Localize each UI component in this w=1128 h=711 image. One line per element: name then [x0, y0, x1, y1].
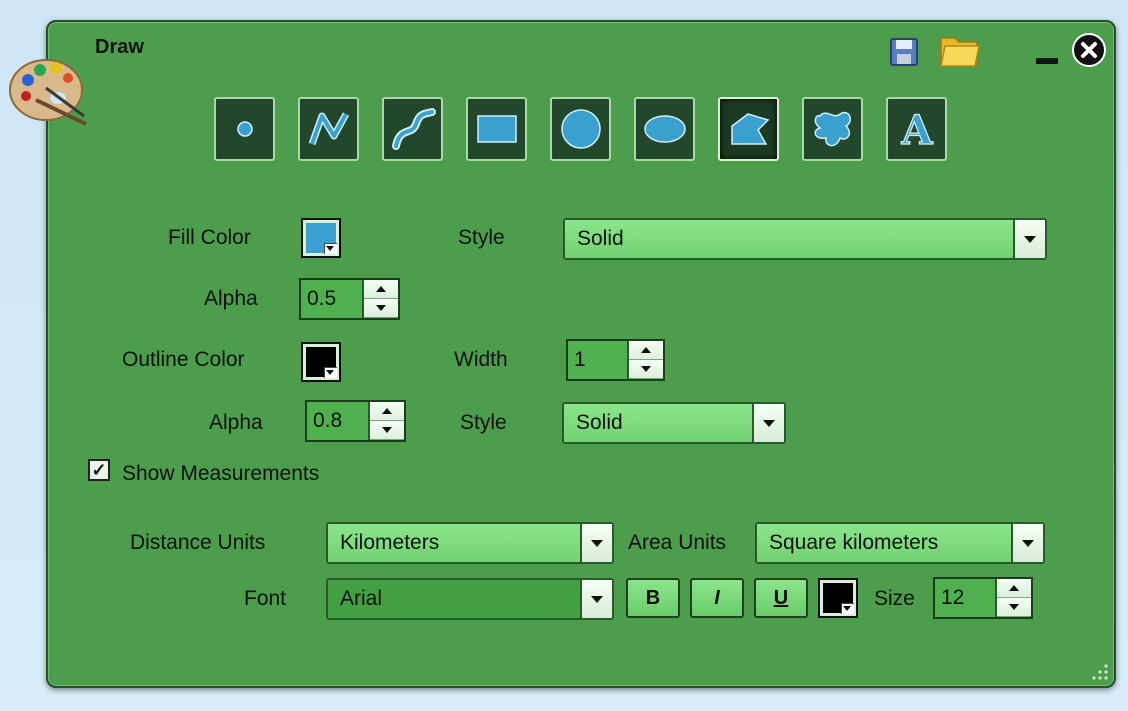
chevron-down-icon[interactable]: [580, 580, 612, 618]
freehand-polygon-icon: [813, 111, 851, 147]
circle-icon: [560, 109, 601, 149]
fill-style-select[interactable]: Solid: [563, 218, 1047, 260]
point-tool[interactable]: [214, 97, 275, 161]
outline-width-down-icon[interactable]: [629, 360, 663, 379]
svg-text:A: A: [900, 107, 933, 152]
font-color-picker[interactable]: [818, 578, 858, 618]
outline-width-label: Width: [454, 348, 508, 371]
font-size-value[interactable]: 12: [935, 579, 995, 617]
text-tool[interactable]: A: [886, 97, 947, 161]
rectangle-tool[interactable]: [466, 97, 527, 161]
minimize-icon[interactable]: [1036, 58, 1058, 64]
folder-icon[interactable]: [938, 30, 982, 70]
outline-color-picker[interactable]: [301, 342, 341, 382]
outline-alpha-up-icon[interactable]: [370, 402, 404, 421]
fill-style-value: Solid: [577, 227, 624, 250]
font-size-stepper[interactable]: 12: [933, 577, 1033, 619]
area-units-label: Area Units: [628, 531, 727, 554]
outline-width-stepper[interactable]: 1: [566, 339, 665, 381]
polyline-tool[interactable]: [298, 97, 359, 161]
ellipse-icon: [643, 115, 686, 143]
outline-width-value[interactable]: 1: [568, 341, 627, 379]
polyline-icon: [308, 112, 349, 146]
fill-color-picker[interactable]: [301, 218, 341, 258]
font-size-label: Size: [874, 587, 915, 610]
outline-alpha-value[interactable]: 0.8: [307, 402, 368, 440]
font-size-up-icon[interactable]: [997, 579, 1031, 598]
outline-width-up-icon[interactable]: [629, 341, 663, 360]
close-icon[interactable]: [1071, 32, 1107, 68]
fill-alpha-stepper[interactable]: 0.5: [299, 278, 400, 320]
outline-alpha-label: Alpha: [209, 411, 263, 434]
outline-style-value: Solid: [576, 411, 623, 434]
outline-alpha-down-icon[interactable]: [370, 421, 404, 440]
text-icon: A: [899, 106, 933, 152]
chevron-down-icon[interactable]: [1013, 220, 1045, 258]
polygon-icon: [730, 113, 769, 145]
font-label: Font: [244, 587, 287, 610]
outline-alpha-stepper[interactable]: 0.8: [305, 400, 406, 442]
chevron-down-icon[interactable]: [1011, 524, 1043, 562]
show-measurements-label[interactable]: Show Measurements: [122, 462, 319, 486]
italic-button[interactable]: I: [690, 578, 744, 618]
outline-color-label: Outline Color: [122, 348, 245, 371]
fill-color-label: Fill Color: [168, 226, 251, 249]
distance-units-select[interactable]: Kilometers: [326, 522, 614, 564]
freehand-line-tool[interactable]: [382, 97, 443, 161]
area-units-value: Square kilometers: [769, 531, 939, 554]
underline-button[interactable]: U: [754, 578, 808, 618]
area-units-select[interactable]: Square kilometers: [755, 522, 1045, 564]
outline-style-label: Style: [460, 411, 507, 434]
font-select[interactable]: Arial: [326, 578, 614, 620]
fill-alpha-up-icon[interactable]: [364, 280, 398, 299]
fill-style-label: Style: [458, 226, 505, 249]
bold-button[interactable]: B: [626, 578, 680, 618]
save-icon[interactable]: [889, 37, 919, 67]
outline-style-select[interactable]: Solid: [562, 402, 786, 444]
font-value: Arial: [340, 587, 383, 610]
show-measurements-checkbox[interactable]: ✓: [88, 459, 110, 481]
resize-grip-icon[interactable]: [1088, 660, 1110, 682]
polygon-tool[interactable]: [718, 97, 779, 161]
palette-icon: [9, 59, 87, 126]
point-icon: [236, 121, 253, 137]
chevron-down-icon[interactable]: [752, 404, 784, 442]
ellipse-tool[interactable]: [634, 97, 695, 161]
font-size-down-icon[interactable]: [997, 598, 1031, 617]
distance-units-value: Kilometers: [340, 531, 440, 554]
font-color-swatch: [823, 583, 854, 614]
freehand-polygon-tool[interactable]: [802, 97, 863, 161]
circle-tool[interactable]: [550, 97, 611, 161]
fill-alpha-down-icon[interactable]: [364, 299, 398, 318]
freehand-line-icon: [391, 108, 436, 150]
outline-color-swatch: [306, 347, 337, 378]
fill-color-swatch: [306, 223, 337, 254]
distance-units-label: Distance Units: [130, 531, 266, 554]
chevron-down-icon[interactable]: [580, 524, 612, 562]
fill-alpha-value[interactable]: 0.5: [301, 280, 362, 318]
fill-alpha-label: Alpha: [204, 287, 258, 310]
window-title: Draw: [95, 36, 144, 58]
rectangle-icon: [476, 115, 517, 143]
